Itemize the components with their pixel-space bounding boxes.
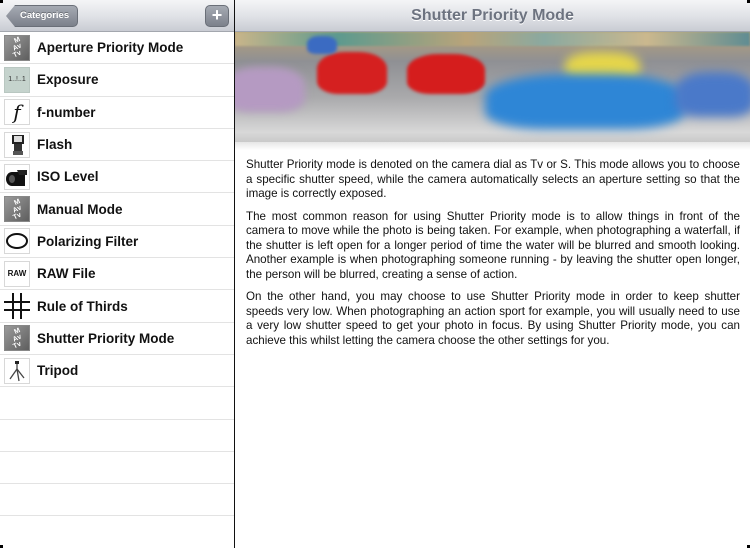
dial-text-tv: Tv	[11, 49, 23, 60]
list-item-label: Manual Mode	[37, 201, 123, 217]
empty-row	[0, 387, 234, 420]
mode-dial-icon: M Av Tv	[4, 325, 30, 352]
list-item-label: Aperture Priority Mode	[37, 40, 184, 56]
detail-pane: Shutter Priority Mode Shutter Priority m…	[235, 0, 750, 548]
raw-file-icon: RAW	[4, 260, 30, 287]
master-pane: Categories + M Av Tv Aperture Priority Mod…	[0, 0, 234, 548]
add-button[interactable]: +	[205, 5, 229, 27]
paragraph: On the other hand, you may choose to use…	[246, 290, 740, 347]
list-item-aperture-priority-mode[interactable]: M Av Tv Aperture Priority Mode	[0, 32, 234, 65]
f-stop-icon: f	[4, 99, 30, 126]
blue-car-small	[307, 36, 337, 54]
paragraph: The most common reason for using Shutter…	[246, 209, 740, 281]
list-item-label: Tripod	[37, 363, 79, 379]
empty-row	[0, 420, 234, 452]
empty-row	[0, 452, 234, 485]
flash-icon	[4, 131, 30, 158]
list-item-label: ISO Level	[37, 169, 99, 185]
paragraph: Shutter Priority mode is denoted on the …	[246, 158, 740, 200]
categories-back-button[interactable]: Categories	[6, 5, 79, 27]
list-item-exposure[interactable]: 1..!..1 Exposure	[0, 64, 234, 97]
list-item-raw-file[interactable]: RAW RAW File	[0, 258, 234, 291]
list-item-f-number[interactable]: f f-number	[0, 97, 234, 129]
blue-car	[485, 74, 685, 129]
red-car	[317, 52, 387, 94]
list-item-polarizing-filter[interactable]: Polarizing Filter	[0, 226, 234, 259]
list-item-manual-mode[interactable]: M Av Tv Manual Mode	[0, 193, 234, 226]
master-navbar: Categories +	[0, 0, 234, 32]
page-title: Shutter Priority Mode	[411, 7, 574, 24]
empty-row	[0, 484, 234, 517]
purple-car	[235, 67, 305, 112]
mode-dial-icon: M Av Tv	[4, 34, 30, 61]
list-item-tripod[interactable]: Tripod	[0, 355, 234, 388]
list-item-label: Polarizing Filter	[37, 233, 139, 249]
list-item-iso-level[interactable]: ISO Level	[0, 161, 234, 194]
list-item-label: f-number	[37, 104, 96, 120]
list-item-flash[interactable]: Flash	[0, 129, 234, 162]
exposure-scale-icon: 1..!..1	[4, 66, 30, 93]
list-item-label: Rule of Thirds	[37, 298, 128, 314]
list-item-label: Shutter Priority Mode	[37, 330, 175, 346]
screen-corner	[0, 0, 3, 3]
list-item-label: Exposure	[37, 72, 99, 88]
list-item-shutter-priority-mode[interactable]: M Av Tv Shutter Priority Mode	[0, 323, 234, 355]
topic-list: M Av Tv Aperture Priority Mode 1..!..1 Exp…	[0, 32, 234, 548]
tripod-icon	[4, 357, 30, 384]
hero-image	[235, 32, 750, 150]
list-item-label: Flash	[37, 137, 73, 153]
list-item-rule-of-thirds[interactable]: Rule of Thirds	[0, 290, 234, 323]
polarizing-filter-icon	[4, 228, 30, 255]
detail-navbar: Shutter Priority Mode	[235, 0, 750, 32]
empty-row	[0, 516, 234, 548]
article-body: Shutter Priority mode is denoted on the …	[246, 158, 740, 356]
list-item-label: RAW File	[37, 266, 96, 282]
grid-icon	[4, 293, 30, 320]
mode-dial-icon: M Av Tv	[4, 196, 30, 223]
film-roll-icon	[4, 163, 30, 190]
blue-car-right	[675, 72, 750, 117]
app-window: Categories + M Av Tv Aperture Priority Mod…	[0, 0, 750, 548]
red-car	[407, 54, 485, 94]
